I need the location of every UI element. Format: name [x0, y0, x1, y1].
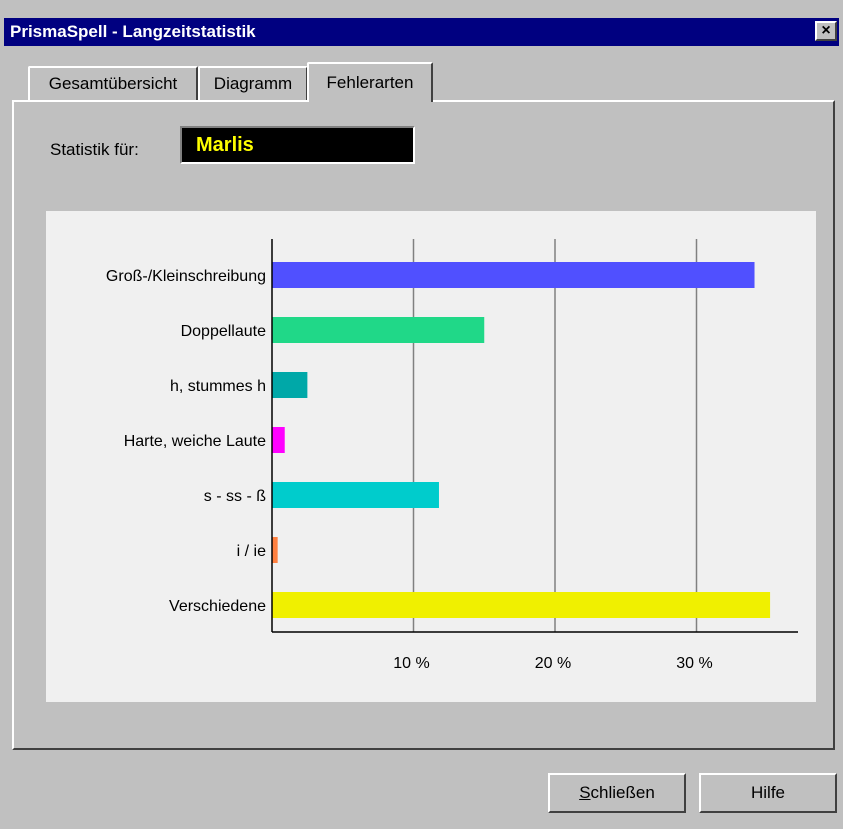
tab-diagramm[interactable]: Diagramm	[198, 66, 308, 100]
help-button[interactable]: Hilfe	[699, 773, 837, 813]
bar	[272, 592, 771, 618]
statistik-user-field: Marlis	[180, 126, 415, 164]
statistik-label: Statistik für:	[50, 140, 139, 159]
category-label: Doppellaute	[181, 323, 267, 340]
bar	[272, 537, 278, 563]
chart-svg: Groß-/Kleinschreibung Doppellaute h, stumm…	[106, 239, 798, 672]
tab-fehlerarten[interactable]: Fehlerarten	[307, 62, 433, 102]
help-button-label: Hilfe	[750, 783, 785, 802]
window-title: PrismaSpell - Langzeitstatistik	[10, 22, 256, 41]
close-button-label: chließen	[590, 783, 655, 802]
tab-gesamtuebersicht[interactable]: Gesamtübersicht	[28, 66, 198, 100]
category-label: i / ie	[237, 543, 266, 560]
category-label: s - ss - ß	[204, 488, 266, 505]
error-type-chart: Groß-/Kleinschreibung Doppellaute h, stumm…	[46, 211, 816, 702]
category-label: Harte, weiche Laute	[124, 433, 266, 450]
bar	[272, 482, 439, 508]
category-label: Groß-/Kleinschreibung	[106, 268, 266, 285]
dialog-window: PrismaSpell - Langzeitstatistik × Gesamt…	[0, 0, 843, 829]
x-tick-label: 20 %	[535, 655, 571, 672]
category-label: h, stummes h	[170, 378, 266, 395]
x-tick-label: 10 %	[393, 655, 429, 672]
close-button-accesskey: S	[579, 783, 591, 802]
title-bar: PrismaSpell - Langzeitstatistik ×	[4, 18, 839, 46]
bar	[272, 317, 485, 343]
category-label: Verschiedene	[169, 598, 266, 615]
close-window-button[interactable]: ×	[815, 21, 837, 41]
bar	[272, 262, 755, 288]
bar	[272, 427, 285, 453]
bar	[272, 372, 308, 398]
close-button[interactable]: Schließen	[548, 773, 686, 813]
x-tick-label: 30 %	[676, 655, 712, 672]
